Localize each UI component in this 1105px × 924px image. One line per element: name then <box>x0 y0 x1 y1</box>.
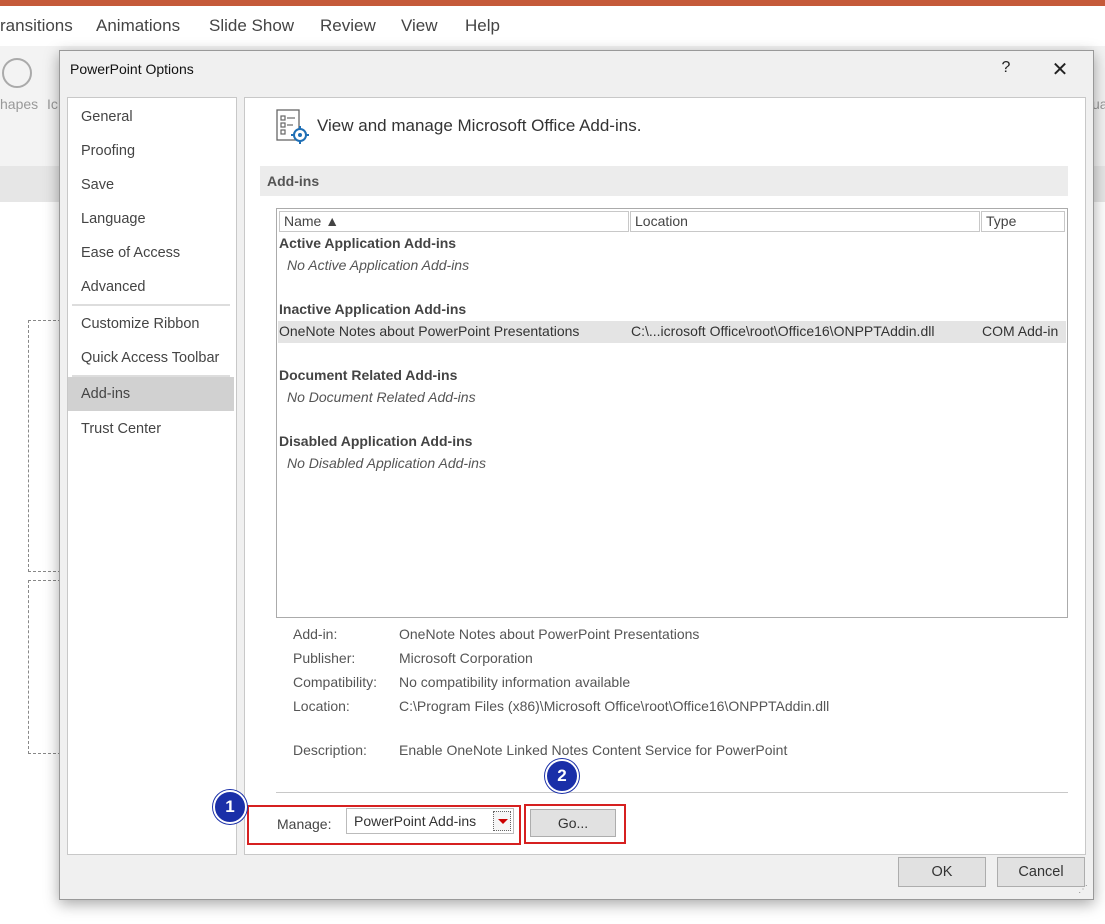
detail-location-value: C:\Program Files (x86)\Microsoft Office\… <box>399 698 830 714</box>
section-header: Add-ins <box>260 166 1068 196</box>
nav-separator <box>72 304 230 306</box>
nav-item-language[interactable]: Language <box>68 203 234 235</box>
group-empty-document: No Document Related Add-ins <box>287 389 476 405</box>
detail-compat-label: Compatibility: <box>293 674 378 690</box>
addins-list: Name ▲ Location Type Active Application … <box>276 208 1068 618</box>
addins-gear-icon <box>276 109 309 144</box>
go-button[interactable]: Go... <box>530 809 616 837</box>
group-title-document: Document Related Add-ins <box>279 367 458 383</box>
detail-location-label: Location: <box>293 698 350 714</box>
powerpoint-options-dialog: PowerPoint Options ? ✕ General Proofing … <box>59 50 1094 900</box>
manage-dropdown-value: PowerPoint Add-ins <box>354 813 477 829</box>
nav-item-ease-of-access[interactable]: Ease of Access <box>68 237 234 269</box>
step-badge-2: 2 <box>545 759 579 793</box>
shapes-icon[interactable] <box>2 58 32 88</box>
table-row[interactable]: OneNote Notes about PowerPoint Presentat… <box>278 321 1066 343</box>
nav-item-trust-center[interactable]: Trust Center <box>68 413 234 445</box>
group-title-inactive: Inactive Application Add-ins <box>279 301 467 317</box>
options-nav: General Proofing Save Language Ease of A… <box>67 97 237 855</box>
group-title-disabled: Disabled Application Add-ins <box>279 433 473 449</box>
manage-label: Manage: <box>277 816 332 832</box>
ok-button[interactable]: OK <box>898 857 986 887</box>
divider <box>276 792 1068 793</box>
panel-heading: View and manage Microsoft Office Add-ins… <box>317 116 642 135</box>
group-empty-disabled: No Disabled Application Add-ins <box>287 455 486 471</box>
detail-addin-value: OneNote Notes about PowerPoint Presentat… <box>399 626 700 642</box>
column-header-location[interactable]: Location <box>630 211 980 232</box>
menu-view[interactable]: View <box>401 16 438 36</box>
detail-publisher-value: Microsoft Corporation <box>399 650 533 666</box>
ribbon-shapes-label: hapes <box>0 96 39 112</box>
row-name: OneNote Notes about PowerPoint Presentat… <box>279 323 580 339</box>
dialog-title: PowerPoint Options <box>70 61 194 77</box>
row-location: C:\...icrosoft Office\root\Office16\ONPP… <box>631 323 935 339</box>
nav-item-proofing[interactable]: Proofing <box>68 135 234 167</box>
nav-item-save[interactable]: Save <box>68 169 234 201</box>
group-empty-active: No Active Application Add-ins <box>287 257 470 273</box>
menu-slide-show[interactable]: Slide Show <box>209 16 294 36</box>
nav-item-customize-ribbon[interactable]: Customize Ribbon <box>68 308 234 340</box>
menu-animations[interactable]: Animations <box>96 16 180 36</box>
detail-description-value: Enable OneNote Linked Notes Content Serv… <box>399 742 788 758</box>
group-title-active: Active Application Add-ins <box>279 235 457 251</box>
detail-publisher-label: Publisher: <box>293 650 356 666</box>
section-label: Add-ins <box>267 173 320 189</box>
menu-transitions[interactable]: ransitions <box>0 16 73 36</box>
resize-grip-icon[interactable]: ⋰ <box>1078 884 1090 896</box>
nav-item-add-ins[interactable]: Add-ins <box>68 377 234 411</box>
slide-placeholder-bottom <box>28 580 61 754</box>
column-header-name[interactable]: Name ▲ <box>279 211 629 232</box>
chevron-down-icon[interactable] <box>493 811 511 831</box>
app-menu-bar: ransitions Animations Slide Show Review … <box>0 6 1105 46</box>
manage-dropdown[interactable]: PowerPoint Add-ins <box>346 808 514 834</box>
menu-review[interactable]: Review <box>320 16 376 36</box>
slide-placeholder-top <box>28 320 61 572</box>
help-button[interactable]: ? <box>996 59 1016 79</box>
addins-panel: View and manage Microsoft Office Add-ins… <box>213 97 1086 855</box>
ribbon-icons-label: Ic <box>47 96 58 112</box>
row-type: COM Add-in <box>982 323 1059 339</box>
close-button[interactable]: ✕ <box>1048 57 1072 81</box>
detail-description-label: Description: <box>293 742 367 758</box>
cancel-button[interactable]: Cancel <box>997 857 1085 887</box>
column-header-type[interactable]: Type <box>981 211 1065 232</box>
nav-item-general[interactable]: General <box>68 101 234 133</box>
detail-compat-value: No compatibility information available <box>399 674 631 690</box>
nav-item-quick-access-toolbar[interactable]: Quick Access Toolbar <box>68 342 234 374</box>
nav-item-advanced[interactable]: Advanced <box>68 271 234 303</box>
detail-addin-label: Add-in: <box>293 626 338 642</box>
menu-help[interactable]: Help <box>465 16 500 36</box>
step-badge-1: 1 <box>213 790 247 824</box>
